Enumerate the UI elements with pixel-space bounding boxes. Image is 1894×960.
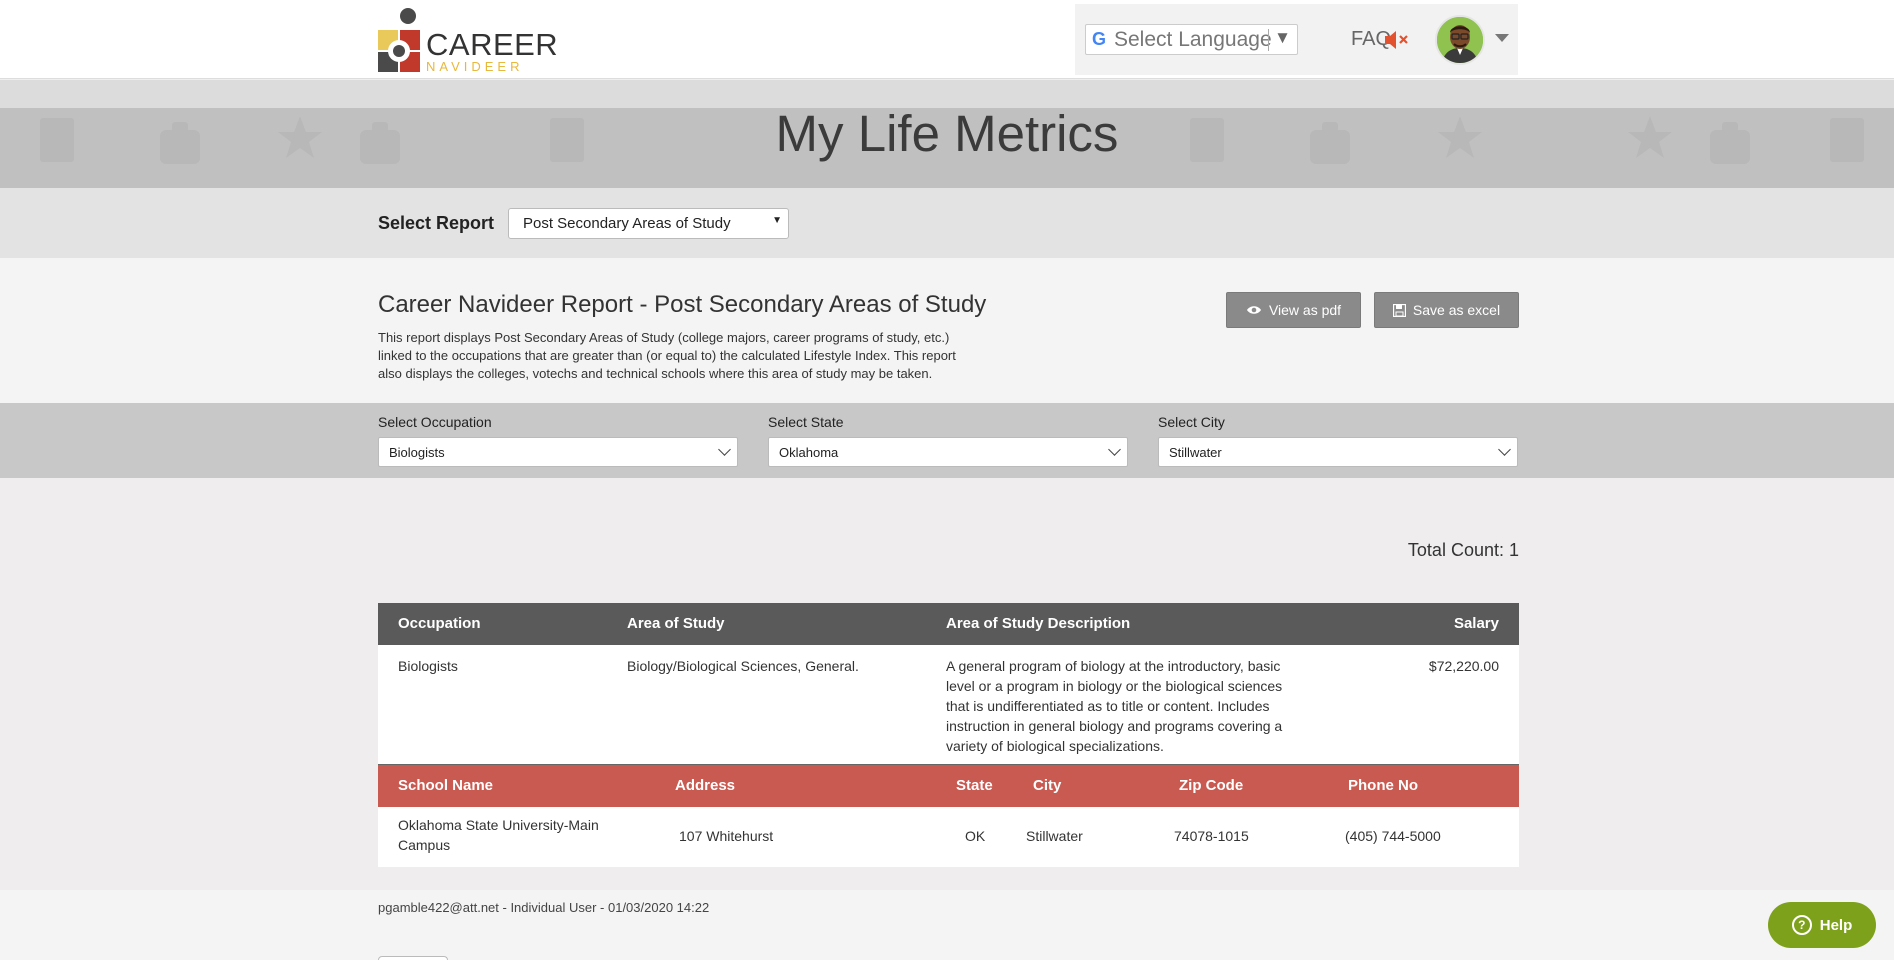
column-header: School Name — [398, 777, 494, 794]
report-results: Total Count: 1 Occupation Area of Study … — [0, 478, 1894, 890]
help-button[interactable]: ? Help — [1768, 902, 1876, 948]
footer-button[interactable] — [378, 956, 448, 960]
address-cell: 107 Whitehurst — [679, 828, 774, 844]
chevron-down-icon — [1498, 443, 1511, 456]
column-header: Occupation — [398, 615, 481, 632]
column-header: Zip Code — [1179, 777, 1244, 794]
chevron-down-icon — [718, 443, 731, 456]
occupation-table-header: Occupation Area of Study Area of Study D… — [378, 603, 1519, 645]
logo-word: CAREER — [426, 27, 559, 62]
logo-mark-icon — [378, 8, 420, 72]
footer: pgamble422@att.net - Individual User - 0… — [0, 890, 1894, 960]
table-row: Oklahoma State University-Main Campus 10… — [378, 807, 1519, 867]
report-description: This report displays Post Secondary Area… — [378, 330, 956, 381]
google-icon: G — [1091, 29, 1106, 49]
zip-code-cell: 74078-1015 — [1174, 828, 1249, 844]
report-select-value: Post Secondary Areas of Study — [523, 215, 731, 232]
user-menu-caret-icon[interactable] — [1495, 34, 1509, 42]
table-row: Biologists Biology/Biological Sciences, … — [378, 645, 1519, 765]
question-icon: ? — [1791, 915, 1812, 935]
language-select[interactable]: G Select Language ▼ — [1085, 24, 1298, 55]
avatar-image — [1437, 17, 1483, 63]
area-of-study-cell: Biology/Biological Sciences, General. — [627, 658, 859, 674]
floppy-disk-icon — [1392, 303, 1406, 317]
school-name-cell: Oklahoma State University-Main Campus — [398, 817, 599, 853]
column-header: Phone No — [1348, 777, 1418, 794]
city-filter-label: Select City — [1158, 414, 1225, 430]
occupation-select[interactable]: Biologists — [378, 437, 738, 467]
select-report-label: Select Report — [378, 213, 495, 233]
mute-icon[interactable] — [1382, 26, 1412, 54]
user-avatar[interactable] — [1435, 15, 1485, 65]
header-utilities: G Select Language ▼ FAQ — [1075, 4, 1518, 75]
triangle-down-icon: ▼ — [772, 215, 782, 226]
city-select[interactable]: Stillwater — [1158, 437, 1518, 467]
report-header: Career Navideer Report - Post Secondary … — [0, 258, 1894, 403]
column-header: State — [956, 777, 993, 794]
language-select-label: Select Language — [1114, 27, 1272, 51]
occupation-cell: Biologists — [398, 658, 458, 674]
column-header: City — [1033, 777, 1062, 794]
report-select[interactable]: Post Secondary Areas of Study ▼ — [508, 208, 789, 239]
school-table-header: School Name Address State City Zip Code … — [378, 765, 1519, 807]
page-title: My Life Metrics — [775, 105, 1119, 162]
area-description-cell: A general program of biology at the intr… — [946, 658, 1283, 754]
logo-subword: NAVIDEER — [426, 59, 524, 74]
eye-icon — [1246, 306, 1261, 314]
occupation-filter-label: Select Occupation — [378, 414, 492, 430]
career-navideer-logo[interactable]: CAREER NAVIDEER — [378, 8, 558, 74]
select-report-bar: Select Report Post Secondary Areas of St… — [0, 188, 1894, 258]
column-header: Area of Study — [627, 615, 725, 632]
state-cell: OK — [965, 828, 986, 844]
city-cell: Stillwater — [1026, 828, 1083, 844]
title-banner: My Life Metrics — [0, 80, 1894, 188]
user-session-info: pgamble422@att.net - Individual User - 0… — [378, 900, 710, 915]
view-pdf-button[interactable]: View as pdf — [1226, 292, 1361, 328]
column-header: Salary — [1453, 615, 1499, 632]
filter-bar: Select Occupation Biologists Select Stat… — [0, 403, 1894, 478]
state-filter-label: Select State — [768, 414, 844, 430]
chevron-down-icon — [1108, 443, 1121, 456]
column-header: Area of Study Description — [946, 615, 1131, 632]
triangle-down-icon: ▼ — [1274, 28, 1291, 47]
total-count: Total Count: 1 — [1407, 540, 1519, 560]
results-table: Occupation Area of Study Area of Study D… — [378, 603, 1519, 867]
phone-cell: (405) 744-5000 — [1345, 828, 1441, 844]
state-select[interactable]: Oklahoma — [768, 437, 1128, 467]
save-excel-button[interactable]: Save as excel — [1374, 292, 1519, 328]
top-header: CAREER NAVIDEER G Select Language ▼ FAQ — [0, 0, 1894, 79]
salary-cell: $72,220.00 — [1428, 658, 1499, 674]
column-header: Address — [675, 777, 736, 794]
report-title: Career Navideer Report - Post Secondary … — [378, 291, 987, 318]
